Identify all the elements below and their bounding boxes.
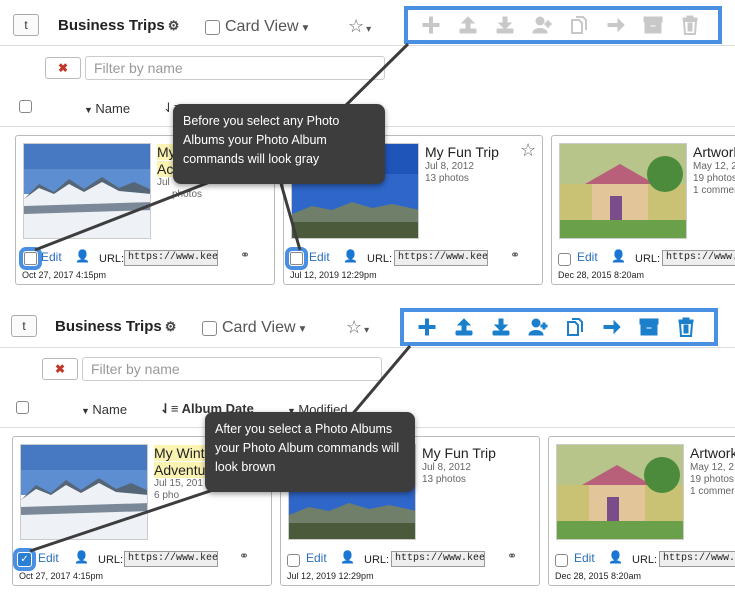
tooltip-after: After you select a Photo Albums your Pho… xyxy=(205,412,415,492)
tooltip-before: Before you select any Photo Albums your … xyxy=(173,104,385,184)
panel-after: t Business Trips ⚙ Card View ▼ ☆ ▾ ✖ Filter… xyxy=(0,301,735,593)
panel-before: t Business Trips ⚙ Card View ▼ ☆ ▾ ✖ Filter… xyxy=(0,0,735,292)
separator xyxy=(0,292,735,301)
